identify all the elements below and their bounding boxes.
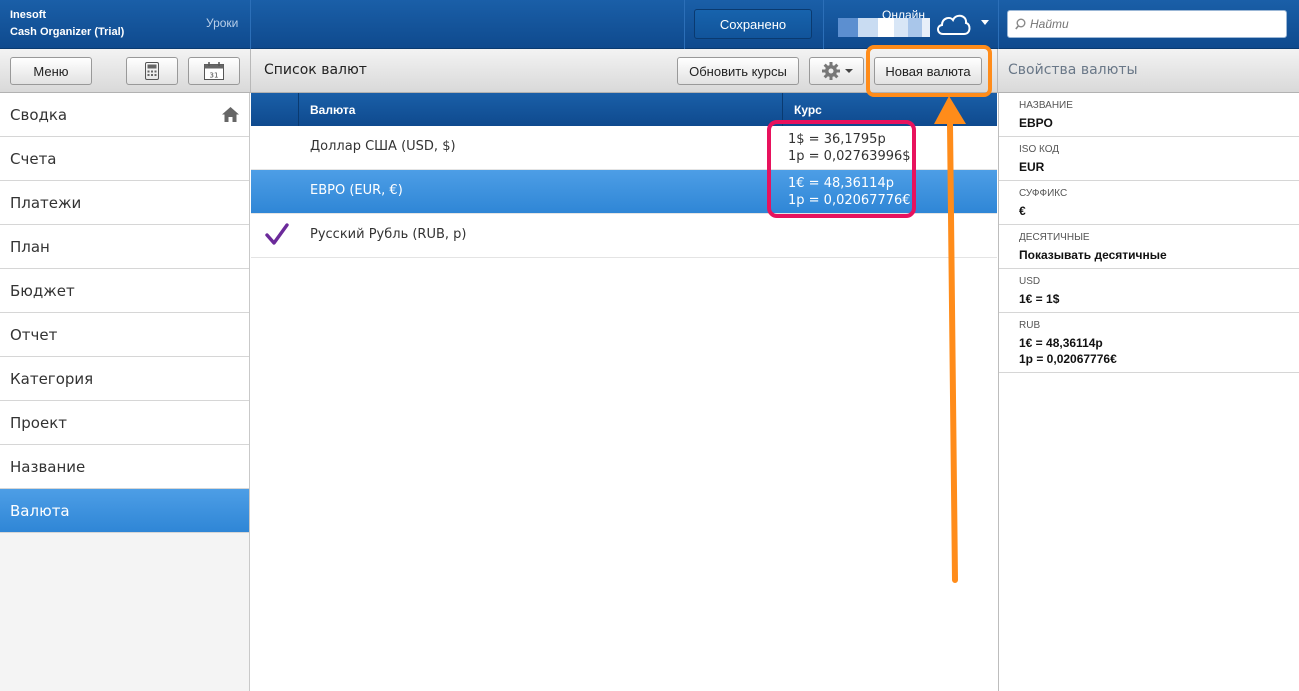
chevron-down-icon[interactable] (981, 20, 989, 25)
currency-name: Русский Рубль (RUB, р) (310, 227, 467, 242)
home-icon[interactable] (222, 107, 239, 122)
sidebar-item-label: Платежи (10, 193, 82, 212)
sidebar-item-currency[interactable]: Валюта (0, 489, 249, 533)
calendar-icon: 31 (204, 62, 224, 80)
calculator-icon (145, 62, 159, 80)
search-input[interactable] (1030, 14, 1280, 34)
top-bar: Inesoft Cash Organizer (Trial) Уроки Сох… (0, 0, 1299, 49)
app-vendor: Inesoft (10, 9, 47, 21)
app-title: Cash Organizer (Trial) (10, 26, 125, 38)
calendar-button[interactable]: 31 (188, 57, 240, 85)
property-value: ЕВРО (1019, 116, 1053, 130)
toolbar-divider (997, 49, 998, 93)
property-value: 1€ = 48,36114р 1р = 0,02067776€ (1019, 335, 1279, 367)
sidebar-item-label: Бюджет (10, 281, 75, 300)
highlight-rates-annotation (767, 120, 916, 218)
cloud-sync-icon[interactable] (934, 10, 972, 38)
column-header-currency[interactable]: Валюта (310, 103, 355, 117)
sidebar-item-report[interactable]: Отчет (0, 313, 249, 357)
chevron-down-icon (844, 69, 853, 73)
currency-name: Доллар США (USD, $) (310, 139, 456, 154)
property-rub-rate[interactable]: RUB 1€ = 48,36114р 1р = 0,02067776€ (999, 313, 1299, 373)
sidebar-item-label: Счета (10, 149, 57, 168)
property-value: € (1019, 204, 1026, 218)
settings-dropdown-button[interactable] (809, 57, 864, 85)
table-row[interactable]: Русский Рубль (RUB, р) (251, 214, 997, 258)
properties-title: Свойства валюты (1008, 62, 1138, 78)
property-value: Показывать десятичные (1019, 248, 1167, 262)
sidebar-item-label: Категория (10, 369, 94, 388)
header-divider (823, 0, 824, 49)
property-usd-rate[interactable]: USD 1€ = 1$ (999, 269, 1299, 313)
sidebar-item-label: Отчет (10, 325, 58, 344)
property-label: USD (1019, 276, 1041, 287)
svg-text:31: 31 (210, 72, 219, 80)
property-value: 1€ = 1$ (1019, 292, 1060, 306)
sidebar-item-payments[interactable]: Платежи (0, 181, 249, 225)
sidebar-item-accounts[interactable]: Счета (0, 137, 249, 181)
calculator-button[interactable] (126, 57, 178, 85)
menu-button[interactable]: Меню (10, 57, 92, 85)
property-suffix[interactable]: СУФФИКС € (999, 181, 1299, 225)
sidebar-item-label: Проект (10, 413, 68, 432)
rate-line: 1р = 0,02067776€ (1019, 352, 1117, 366)
app-brand: Inesoft Cash Organizer (Trial) (10, 7, 124, 41)
property-name[interactable]: НАЗВАНИЕ ЕВРО (999, 93, 1299, 137)
sidebar-item-label: Валюта (10, 501, 70, 520)
sidebar-item-project[interactable]: Проект (0, 401, 249, 445)
rate-line: 1€ = 48,36114р (1019, 336, 1103, 350)
property-label: ISO КОД (1019, 144, 1060, 155)
saved-status-button[interactable]: Сохранено (694, 9, 812, 39)
highlight-new-currency-annotation (866, 45, 992, 97)
sidebar-item-budget[interactable]: Бюджет (0, 269, 249, 313)
sidebar-item-summary[interactable]: Сводка (0, 93, 249, 137)
sidebar-item-category[interactable]: Категория (0, 357, 249, 401)
property-label: ДЕСЯТИЧНЫЕ (1019, 232, 1090, 243)
property-label: RUB (1019, 320, 1041, 331)
header-divider (250, 0, 251, 49)
header-divider (684, 0, 685, 49)
property-value: EUR (1019, 160, 1045, 174)
toolbar-divider (250, 49, 251, 93)
property-iso-code[interactable]: ISO КОД EUR (999, 137, 1299, 181)
currency-name: ЕВРО (EUR, €) (310, 183, 403, 198)
search-box[interactable] (1007, 10, 1287, 38)
currency-properties-panel: НАЗВАНИЕ ЕВРО ISO КОД EUR СУФФИКС € ДЕСЯ… (998, 93, 1299, 691)
page-title: Список валют (264, 62, 367, 78)
column-divider (298, 93, 299, 126)
gear-icon (821, 62, 840, 80)
property-label: НАЗВАНИЕ (1019, 100, 1073, 111)
toolbar: Меню 31 Список валют Обновить курсы Нова… (0, 49, 1299, 93)
sidebar-item-payee[interactable]: Название (0, 445, 249, 489)
sidebar: Сводка Счета Платежи План Бюджет Отчет К… (0, 93, 250, 691)
update-rates-button[interactable]: Обновить курсы (677, 57, 799, 85)
base-currency-check-icon (265, 223, 289, 245)
sidebar-item-label: Сводка (10, 105, 68, 124)
lessons-link[interactable]: Уроки (206, 16, 238, 30)
search-icon (1015, 18, 1026, 30)
header-divider (998, 0, 999, 49)
sidebar-item-plan[interactable]: План (0, 225, 249, 269)
sidebar-item-label: Название (10, 457, 86, 476)
property-label: СУФФИКС (1019, 188, 1068, 199)
property-decimals[interactable]: ДЕСЯТИЧНЫЕ Показывать десятичные (999, 225, 1299, 269)
sidebar-item-label: План (10, 237, 50, 256)
column-header-rate[interactable]: Курс (794, 103, 822, 117)
